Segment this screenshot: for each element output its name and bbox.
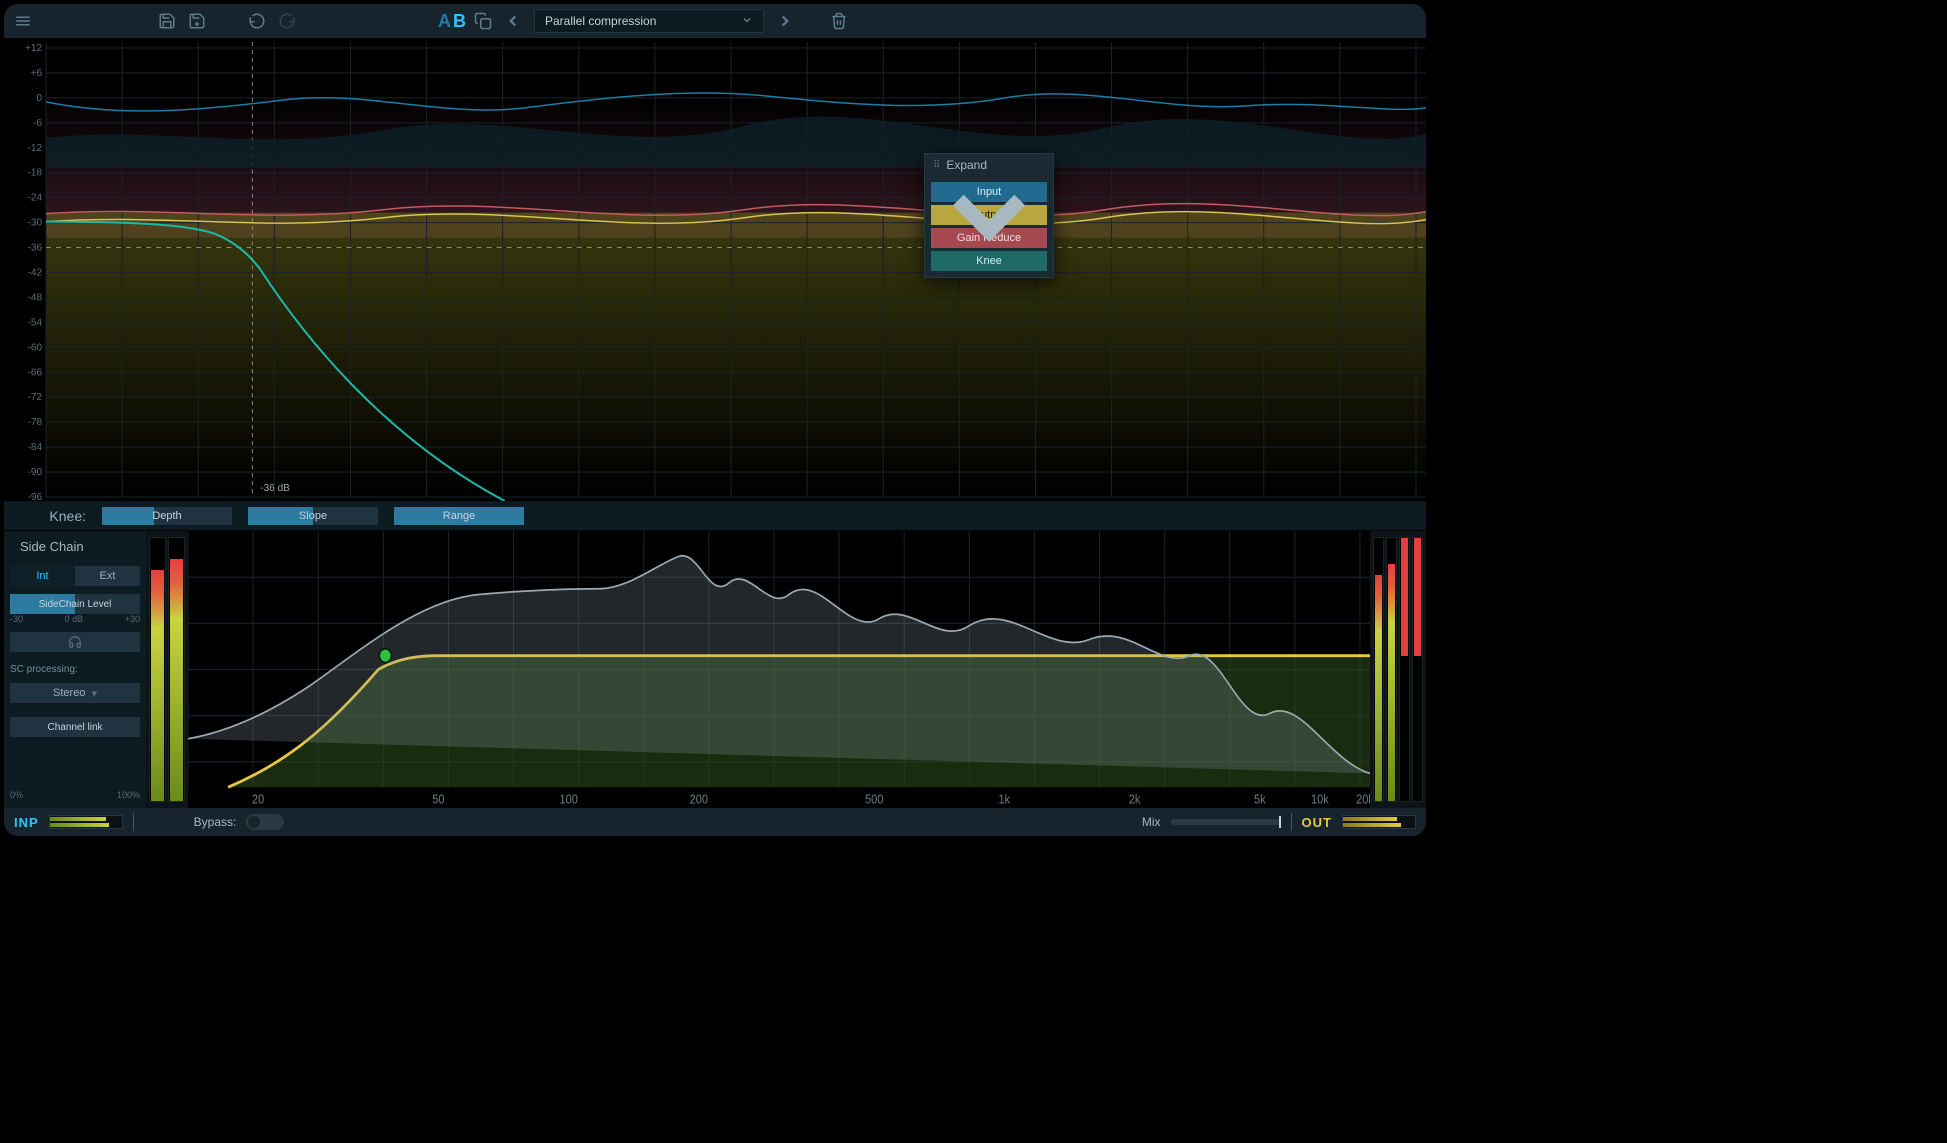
preset-next-icon[interactable] [772, 8, 798, 34]
ab-compare[interactable]: A B [438, 11, 466, 32]
undo-icon[interactable] [244, 8, 270, 34]
redo-icon[interactable] [274, 8, 300, 34]
input-meters [146, 531, 188, 808]
sidechain-title: Side Chain [10, 539, 140, 554]
svg-text:500: 500 [865, 792, 884, 807]
svg-text:-90: -90 [28, 467, 43, 478]
svg-text:-12: -12 [28, 143, 43, 154]
ab-a[interactable]: A [438, 11, 451, 32]
svg-text:-6: -6 [33, 118, 42, 129]
svg-text:-24: -24 [28, 193, 43, 204]
sidechain-level-slider[interactable]: SideChain Level [10, 594, 140, 614]
svg-text:-48: -48 [28, 292, 43, 303]
menu-icon[interactable] [10, 8, 36, 34]
svg-text:-42: -42 [28, 268, 43, 279]
svg-text:20k: 20k [1356, 792, 1370, 807]
knee-range-slider[interactable]: Range [394, 507, 524, 525]
preset-prev-icon[interactable] [500, 8, 526, 34]
output-hmeter[interactable] [1342, 815, 1416, 829]
legend-popup[interactable]: ⠿ Expand Input Output Gain Reduce Knee [924, 153, 1054, 278]
preset-select[interactable]: Parallel compression [534, 9, 764, 33]
svg-text:+6: +6 [31, 68, 43, 79]
preset-name: Parallel compression [545, 14, 656, 28]
copy-icon[interactable] [470, 8, 496, 34]
svg-text:20: 20 [252, 792, 265, 807]
svg-text:0: 0 [36, 93, 42, 104]
save-icon[interactable] [154, 8, 180, 34]
svg-text:+12: +12 [25, 43, 42, 54]
ab-b[interactable]: B [453, 11, 466, 32]
svg-text:-30: -30 [28, 218, 43, 229]
svg-text:-72: -72 [28, 392, 43, 403]
svg-text:-84: -84 [28, 442, 43, 453]
sidechain-spectrum[interactable]: 20 50 100 200 500 1k 2k 5k 10k 20k [188, 531, 1370, 808]
chevron-down-icon [741, 14, 753, 29]
footer: INP Bypass: Mix OUT [4, 808, 1426, 836]
sidechain-int-button[interactable]: Int [10, 566, 75, 586]
svg-text:-54: -54 [28, 317, 43, 328]
output-meters [1370, 531, 1426, 808]
svg-text:-66: -66 [28, 367, 43, 378]
svg-text:200: 200 [690, 792, 709, 807]
mix-label: Mix [1142, 815, 1161, 829]
sc-processing-select[interactable]: Stereo ▾ [10, 683, 140, 703]
output-label: OUT [1302, 815, 1332, 830]
svg-text:10k: 10k [1311, 792, 1329, 807]
svg-text:-36: -36 [28, 243, 43, 254]
bypass-toggle[interactable] [246, 814, 284, 830]
bypass-label: Bypass: [194, 815, 237, 829]
svg-text:100: 100 [559, 792, 578, 807]
headphones-button[interactable] [10, 632, 140, 652]
trash-icon[interactable] [826, 8, 852, 34]
knee-label: Knee: [18, 508, 86, 524]
svg-text:-18: -18 [28, 168, 43, 179]
save-as-icon[interactable] [184, 8, 210, 34]
svg-text:2k: 2k [1129, 792, 1141, 807]
input-label: INP [14, 815, 39, 830]
sidechain-panel: Side Chain Int Ext SideChain Level -30 0… [4, 531, 146, 808]
svg-text:-60: -60 [28, 342, 43, 353]
knee-row: Knee: Depth Slope Range [4, 502, 1426, 530]
svg-text:50: 50 [432, 792, 445, 807]
svg-text:1k: 1k [999, 792, 1011, 807]
threshold-label: -36 dB [260, 483, 290, 494]
chevron-down-icon: ▾ [91, 687, 97, 700]
sidechain-ext-button[interactable]: Ext [75, 566, 140, 586]
knee-slope-slider[interactable]: Slope [248, 507, 378, 525]
input-hmeter[interactable] [49, 815, 123, 829]
svg-text:5k: 5k [1254, 792, 1266, 807]
channel-link-slider[interactable]: Channel link [10, 717, 140, 737]
svg-text:-96: -96 [28, 492, 43, 501]
transfer-graph[interactable]: +12 +6 0 -6 -12 -18 -24 -30 -36 -42 -48 -54 -60 -66 -7… [4, 38, 1426, 502]
sc-processing-label: SC processing: [10, 664, 140, 675]
knee-depth-slider[interactable]: Depth [102, 507, 232, 525]
sidechain-source: Int Ext [10, 566, 140, 586]
mix-slider[interactable] [1171, 819, 1281, 825]
toolbar: A B Parallel compression [4, 4, 1426, 38]
svg-text:-78: -78 [28, 417, 43, 428]
